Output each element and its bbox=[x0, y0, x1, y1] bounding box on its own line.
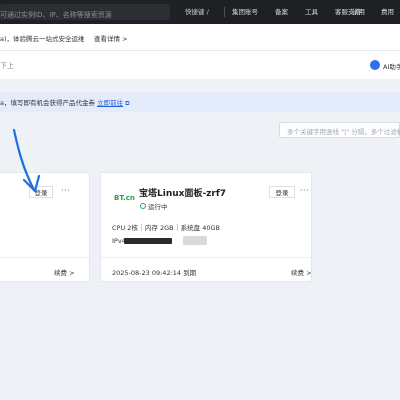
notice-text: a，填写即有机会获得产品代金券 立即前往 ⧉ bbox=[0, 97, 129, 108]
page-toolbar bbox=[0, 51, 400, 79]
toolbar-label[interactable]: 下上 bbox=[0, 61, 14, 71]
running-status-icon bbox=[140, 203, 146, 209]
instance-card-baota: BT.cn 宝塔Linux面板-zrf7 登录 ··· 运行中 CPU 2核 内存… bbox=[100, 172, 312, 282]
instance-specs: CPU 2核 内存 2GB 系统盘 40GB bbox=[112, 222, 220, 232]
top-nav-bar: 可通过实例ID、IP、名称等搜索资源 快捷键 / 集团账号 备案 工具 客服支持… bbox=[0, 0, 400, 24]
annotation-arrow-icon bbox=[12, 128, 41, 193]
cpu-spec: CPU 2核 bbox=[112, 224, 138, 232]
ip-badge bbox=[183, 236, 207, 245]
ai-assistant-button[interactable]: AI助手 bbox=[370, 60, 400, 72]
memory-spec: 内存 2GB bbox=[144, 224, 174, 232]
shortcut-hint: 快捷键 / bbox=[185, 8, 209, 16]
ai-assistant-icon bbox=[370, 60, 380, 70]
search-placeholder: 可通过实例ID、IP、名称等搜索资源 bbox=[0, 11, 112, 19]
status-text: 运行中 bbox=[148, 203, 168, 211]
renew-link[interactable]: 续费 > bbox=[54, 267, 75, 277]
nav-item-trial[interactable]: 试用 bbox=[352, 6, 365, 16]
ai-assistant-label: AI助手 bbox=[383, 63, 400, 71]
notice-go-link[interactable]: 立即前往 bbox=[97, 99, 123, 107]
promo-text: a)，体验腾云一站式安全运维 bbox=[0, 35, 85, 43]
redacted-ip bbox=[124, 238, 172, 244]
instance-name[interactable]: 宝塔Linux面板-zrf7 bbox=[139, 186, 226, 199]
nav-item-filing[interactable]: 备案 bbox=[275, 6, 288, 16]
nav-item-billing[interactable]: 费用 bbox=[381, 6, 394, 16]
more-options-icon[interactable]: ··· bbox=[61, 186, 70, 195]
card-divider bbox=[101, 257, 311, 258]
filter-placeholder: 多个关键字用竖线 "|" 分隔，多个过滤标签 bbox=[287, 128, 400, 136]
renew-link[interactable]: 续费 > bbox=[291, 267, 312, 277]
nav-item-tools[interactable]: 工具 bbox=[305, 6, 318, 16]
bt-logo-icon: BT.cn bbox=[114, 194, 135, 202]
nav-item-group-account[interactable]: 集团账号 bbox=[232, 6, 258, 16]
login-button[interactable]: 登录 bbox=[269, 186, 295, 198]
external-link-icon[interactable]: ⧉ bbox=[125, 100, 129, 107]
promo-details-link[interactable]: 查看详情 > bbox=[94, 33, 128, 43]
instance-filter-input[interactable]: 多个关键字用竖线 "|" 分隔，多个过滤标签 bbox=[279, 122, 400, 138]
expiry-date: 2025-08-23 09:42:14 到期 bbox=[112, 269, 197, 277]
resource-search-input[interactable]: 可通过实例ID、IP、名称等搜索资源 bbox=[0, 4, 170, 20]
card-divider bbox=[0, 257, 89, 258]
disk-spec: 系统盘 40GB bbox=[180, 224, 220, 232]
more-options-icon[interactable]: ··· bbox=[300, 186, 309, 195]
notice-message: a，填写即有机会获得产品代金券 bbox=[0, 99, 95, 107]
nav-separator bbox=[224, 7, 225, 17]
